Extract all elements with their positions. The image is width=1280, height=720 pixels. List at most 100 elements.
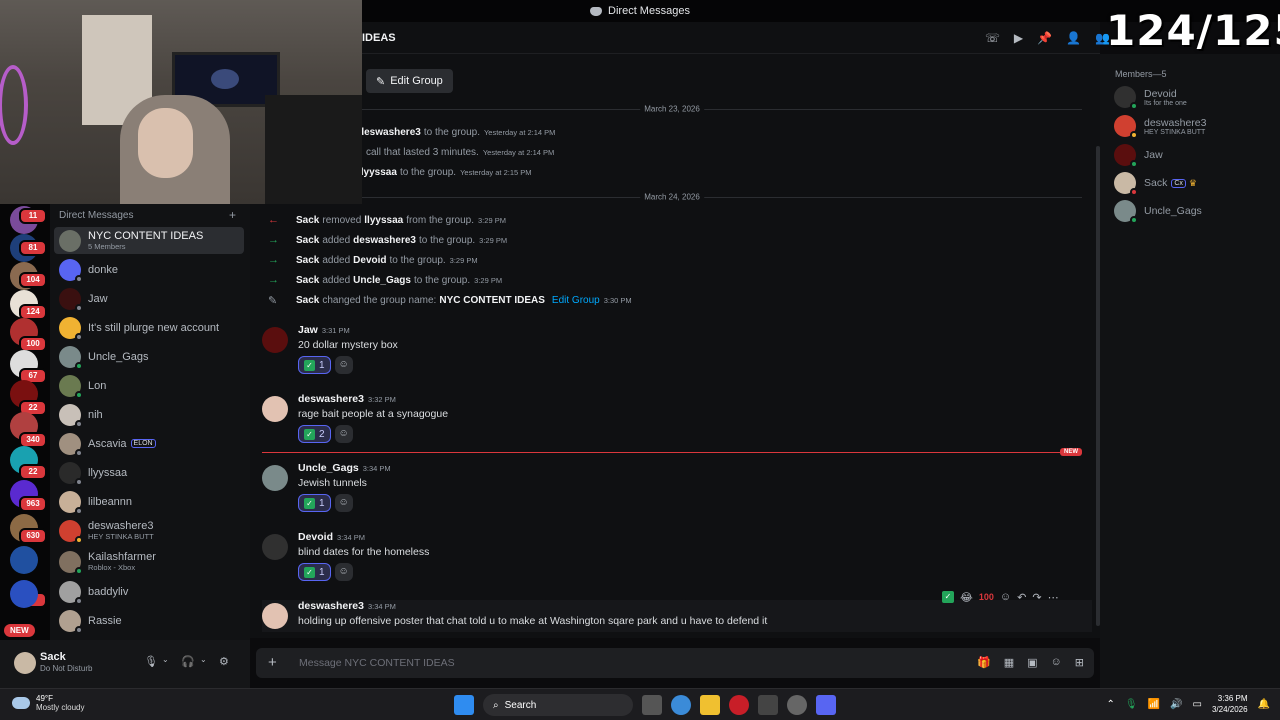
user-name[interactable]: Sack: [296, 295, 319, 306]
member-item[interactable]: Uncle_Gags: [1114, 198, 1202, 224]
user-name[interactable]: deswashere3: [358, 127, 421, 138]
chevron-up-icon[interactable]: ⌃: [1107, 699, 1115, 710]
gear-icon[interactable]: ⚙: [219, 655, 229, 668]
app-icon[interactable]: [787, 695, 807, 715]
new-indicator[interactable]: NEW: [4, 624, 35, 637]
message-author[interactable]: Devoid: [298, 531, 333, 543]
add-reaction-icon[interactable]: ☺: [334, 494, 353, 512]
dm-item-nyc-content-ideas[interactable]: NYC CONTENT IDEAS 5 Members: [54, 227, 244, 254]
file-explorer-icon[interactable]: [700, 695, 720, 715]
add-reaction-icon[interactable]: ☺: [1000, 591, 1011, 603]
dm-item[interactable]: Lon: [54, 372, 244, 399]
taskbar-search[interactable]: ⌕ Search: [483, 694, 633, 716]
chevron-down-icon[interactable]: ⌄: [162, 655, 169, 664]
edit-group-link[interactable]: Edit Group: [552, 295, 600, 306]
headphones-icon[interactable]: 🎧: [181, 655, 195, 668]
member-item[interactable]: Sack Cx ♛: [1114, 170, 1197, 196]
member-item[interactable]: Jaw: [1114, 142, 1163, 168]
clock[interactable]: 3:36 PM 3/24/2026: [1212, 693, 1248, 715]
apps-icon[interactable]: ⊞: [1075, 656, 1084, 669]
reaction-checkmark[interactable]: ✓ 1: [298, 494, 331, 512]
message-author[interactable]: deswashere3: [298, 393, 364, 405]
task-view-icon[interactable]: [642, 695, 662, 715]
avatar[interactable]: [262, 603, 288, 629]
dm-item[interactable]: Ascavia ELON: [54, 430, 244, 457]
dm-item[interactable]: It's still plurge new account: [54, 314, 244, 341]
volume-icon[interactable]: 🔊: [1170, 699, 1182, 710]
user-name[interactable]: llyyssaa: [358, 167, 397, 178]
avatar[interactable]: [14, 652, 36, 674]
sticker-icon[interactable]: ▣: [1027, 656, 1037, 669]
dm-item[interactable]: nih: [54, 401, 244, 428]
dm-item[interactable]: donke: [54, 256, 244, 283]
forward-icon[interactable]: ↷: [1032, 591, 1041, 604]
notification-icon[interactable]: 🔔: [1258, 699, 1270, 710]
user-name[interactable]: Sack: [296, 215, 319, 226]
reaction-checkmark[interactable]: ✓ 1: [298, 563, 331, 581]
dm-header: Direct Messages: [59, 210, 134, 221]
avatar[interactable]: [262, 465, 288, 491]
plus-icon[interactable]: +: [229, 208, 236, 222]
system-message: → Sack added Uncle_Gags to the group. 3:…: [262, 272, 502, 288]
user-name[interactable]: Sack: [296, 275, 319, 286]
avatar[interactable]: [262, 327, 288, 353]
reaction-checkmark[interactable]: ✓ 2: [298, 425, 331, 443]
battery-icon[interactable]: ▭: [1193, 699, 1202, 710]
user-name[interactable]: Uncle_Gags: [353, 275, 411, 286]
dm-item[interactable]: deswashere3 HEY STINKA BUTT: [54, 517, 244, 544]
add-friend-icon[interactable]: 👤: [1066, 31, 1081, 45]
discord-icon[interactable]: [816, 695, 836, 715]
dm-item[interactable]: baddyliv: [54, 578, 244, 605]
dm-item[interactable]: Rassie: [54, 607, 244, 634]
video-icon[interactable]: ▶: [1014, 31, 1023, 45]
member-item[interactable]: Devoid Its for the one: [1114, 84, 1187, 110]
add-reaction-icon[interactable]: ☺: [334, 563, 353, 581]
laughing-emoji-icon[interactable]: 😂: [960, 591, 973, 604]
microphone-icon[interactable]: 🎙: [144, 655, 158, 668]
chevron-down-icon[interactable]: ⌄: [200, 655, 207, 664]
timestamp: 3:29 PM: [479, 235, 508, 245]
wifi-icon[interactable]: 📶: [1148, 699, 1160, 710]
dm-item[interactable]: llyyssaa: [54, 459, 244, 486]
weather-widget[interactable]: 49°F Mostly cloudy: [12, 694, 84, 712]
user-name[interactable]: Sack: [296, 255, 319, 266]
user-name[interactable]: Devoid: [353, 255, 386, 266]
dm-item[interactable]: lilbeannn: [54, 488, 244, 515]
store-icon[interactable]: [758, 695, 778, 715]
microphone-icon[interactable]: 🎙: [1125, 699, 1138, 710]
copilot-icon[interactable]: [671, 695, 691, 715]
dm-item[interactable]: Jaw: [54, 285, 244, 312]
emoji-icon[interactable]: ☺: [1051, 656, 1062, 669]
member-item[interactable]: deswashere3 HEY STINKA BUTT: [1114, 113, 1206, 139]
opera-icon[interactable]: [729, 695, 749, 715]
user-name[interactable]: llyyssaa: [364, 215, 403, 226]
dm-name: lilbeannn: [88, 495, 133, 508]
reaction-checkmark[interactable]: ✓ 1: [298, 356, 331, 374]
dm-item[interactable]: Kailashfarmer Roblox - Xbox: [54, 548, 244, 575]
edit-group-button[interactable]: ✎ Edit Group: [366, 69, 453, 93]
plus-icon[interactable]: +: [268, 654, 277, 671]
user-name[interactable]: Sack: [296, 235, 319, 246]
gift-icon[interactable]: 🎁: [977, 656, 991, 669]
avatar[interactable]: [262, 396, 288, 422]
add-reaction-icon[interactable]: ☺: [334, 356, 353, 374]
clock-time: 3:36 PM: [1217, 694, 1248, 703]
more-icon[interactable]: ⋯: [1048, 591, 1059, 604]
avatar[interactable]: [262, 534, 288, 560]
message-input[interactable]: Message NYC CONTENT IDEAS: [299, 657, 455, 669]
message-author[interactable]: Uncle_Gags: [298, 462, 359, 474]
message-author[interactable]: Jaw: [298, 324, 318, 336]
user-name[interactable]: deswashere3: [353, 235, 416, 246]
windows-start-icon[interactable]: [454, 695, 474, 715]
server-icon[interactable]: [10, 580, 38, 608]
gif-icon[interactable]: ▦: [1004, 656, 1014, 669]
add-reaction-icon[interactable]: ☺: [334, 425, 353, 443]
pin-icon[interactable]: 📌: [1037, 31, 1052, 45]
message-author[interactable]: deswashere3: [298, 600, 364, 612]
server-icon[interactable]: [10, 546, 38, 574]
check-reaction-icon[interactable]: ✓: [942, 591, 954, 603]
reply-icon[interactable]: ↶: [1017, 591, 1026, 604]
phone-icon[interactable]: ☏: [985, 31, 1000, 45]
dm-item[interactable]: Uncle_Gags: [54, 343, 244, 370]
hundred-emoji-icon[interactable]: 100: [979, 592, 994, 602]
